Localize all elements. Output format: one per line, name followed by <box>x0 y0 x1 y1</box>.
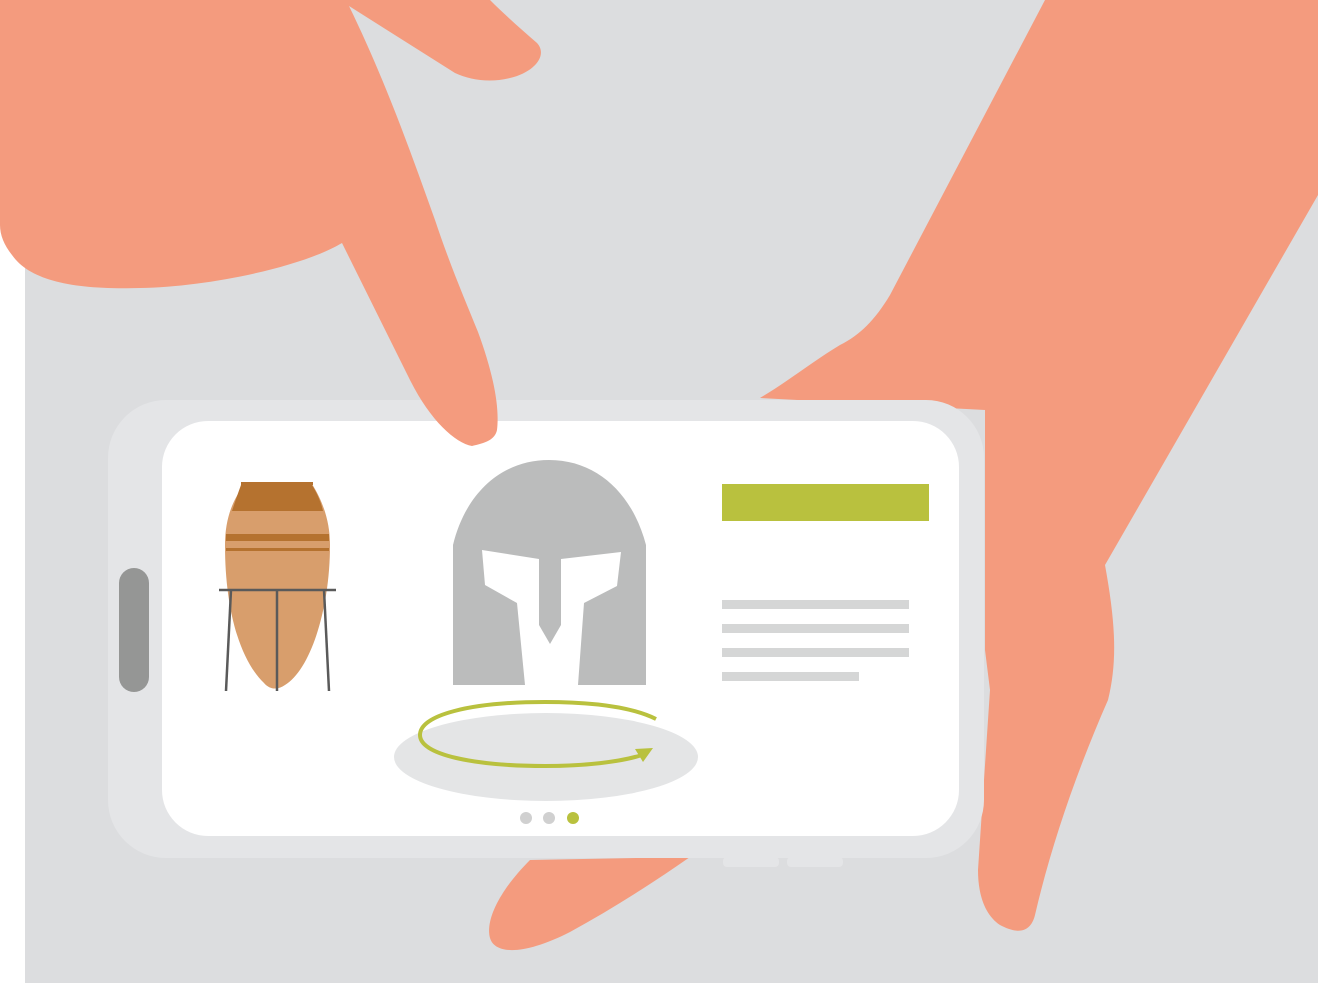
info-text-line <box>722 600 909 609</box>
amphora-neck-band <box>232 485 323 511</box>
info-text-line <box>722 648 909 657</box>
page-dot-1[interactable] <box>520 812 532 824</box>
info-text-line <box>722 672 859 681</box>
page-dot-3-active[interactable] <box>567 812 579 824</box>
pagination-dots <box>520 812 579 824</box>
phone-bottom-tab-right <box>787 857 843 867</box>
illustration-stage <box>0 0 1318 983</box>
phone-side-button[interactable] <box>119 568 149 692</box>
rotation-platform <box>394 713 698 801</box>
amphora-stripe-2 <box>226 548 329 551</box>
info-text-line <box>722 624 909 633</box>
info-title-bar <box>722 484 929 521</box>
phone-bottom-tab-left <box>723 857 779 867</box>
page-dot-2[interactable] <box>543 812 555 824</box>
amphora-stripe-1 <box>226 534 329 541</box>
phone-in-hands-illustration <box>0 0 1318 983</box>
amphora-rim <box>241 482 313 485</box>
rotate-360-icon[interactable] <box>394 699 698 801</box>
